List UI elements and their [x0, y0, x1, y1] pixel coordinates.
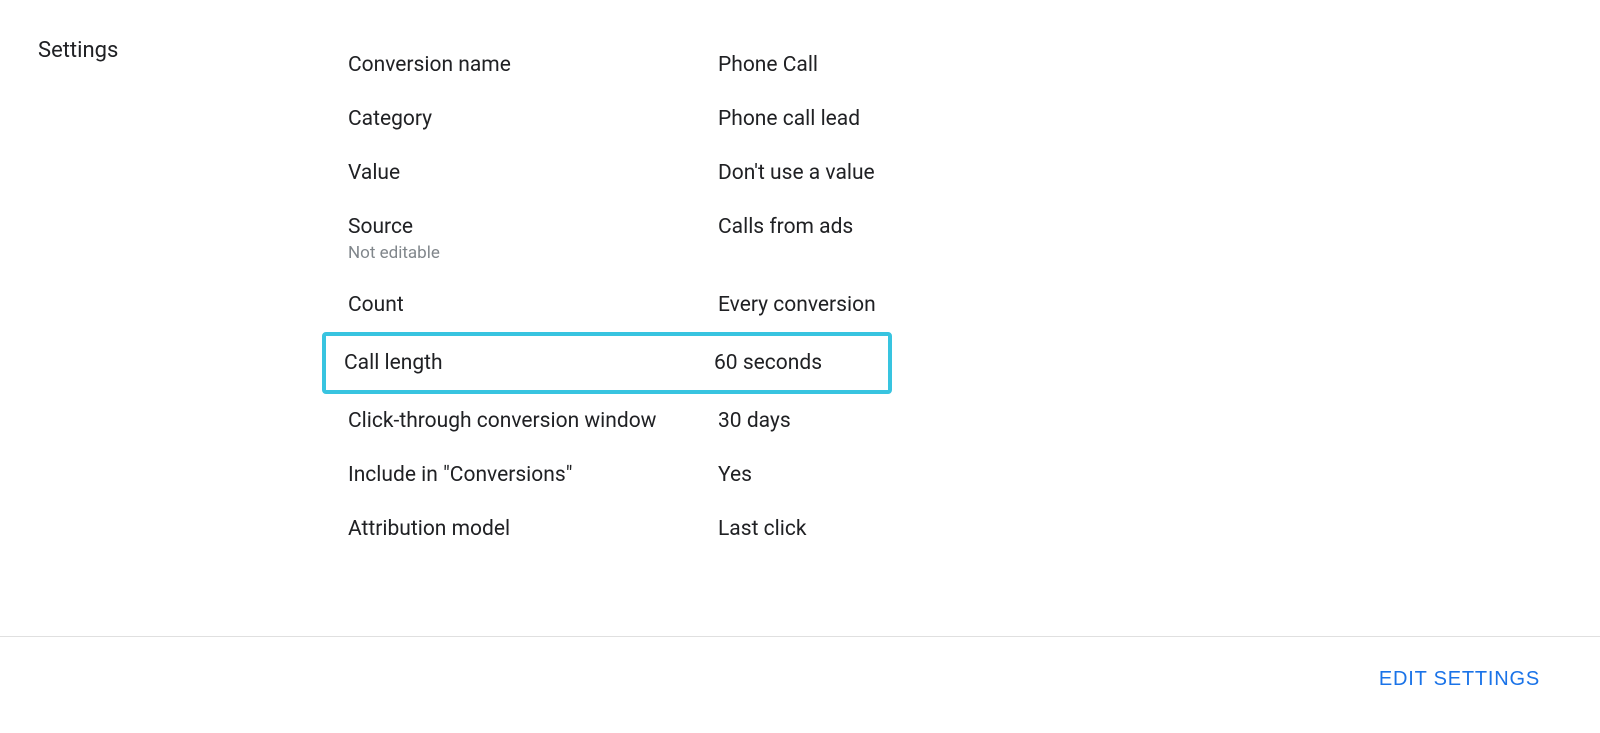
setting-row-count[interactable]: Count Every conversion [326, 278, 1600, 332]
setting-label: Source [348, 215, 718, 239]
setting-label: Call length [344, 351, 714, 375]
sidebar: Settings [38, 38, 348, 556]
setting-row-conversion-name[interactable]: Conversion name Phone Call [326, 38, 1600, 92]
setting-row-include-in-conversions[interactable]: Include in "Conversions" Yes [326, 448, 1600, 502]
setting-label: Include in "Conversions" [348, 463, 718, 487]
edit-settings-button[interactable]: EDIT SETTINGS [1379, 668, 1540, 691]
setting-row-category[interactable]: Category Phone call lead [326, 92, 1600, 146]
setting-row-click-through-window[interactable]: Click-through conversion window 30 days [326, 394, 1600, 448]
setting-row-attribution-model[interactable]: Attribution model Last click [326, 502, 1600, 556]
setting-row-value[interactable]: Value Don't use a value [326, 146, 1600, 200]
setting-row-source: Source Not editable Calls from ads [326, 200, 1600, 278]
setting-row-call-length[interactable]: Call length 60 seconds [322, 332, 892, 394]
setting-value: Phone Call [718, 53, 818, 77]
settings-container: Settings Conversion name Phone Call Cate… [0, 0, 1600, 556]
divider [0, 636, 1600, 637]
setting-value: 60 seconds [714, 351, 822, 375]
setting-label: Attribution model [348, 517, 718, 541]
setting-label: Conversion name [348, 53, 718, 77]
setting-value: Last click [718, 517, 807, 541]
setting-value: 30 days [718, 409, 791, 433]
setting-value: Don't use a value [718, 161, 875, 185]
sidebar-title: Settings [38, 38, 348, 63]
setting-label: Value [348, 161, 718, 185]
setting-label: Click-through conversion window [348, 409, 718, 433]
setting-value: Phone call lead [718, 107, 860, 131]
setting-sublabel: Not editable [348, 243, 718, 263]
setting-label: Count [348, 293, 718, 317]
setting-value: Every conversion [718, 293, 876, 317]
setting-value: Calls from ads [718, 215, 853, 239]
setting-label: Category [348, 107, 718, 131]
settings-list: Conversion name Phone Call Category Phon… [348, 38, 1600, 556]
setting-value: Yes [718, 463, 752, 487]
